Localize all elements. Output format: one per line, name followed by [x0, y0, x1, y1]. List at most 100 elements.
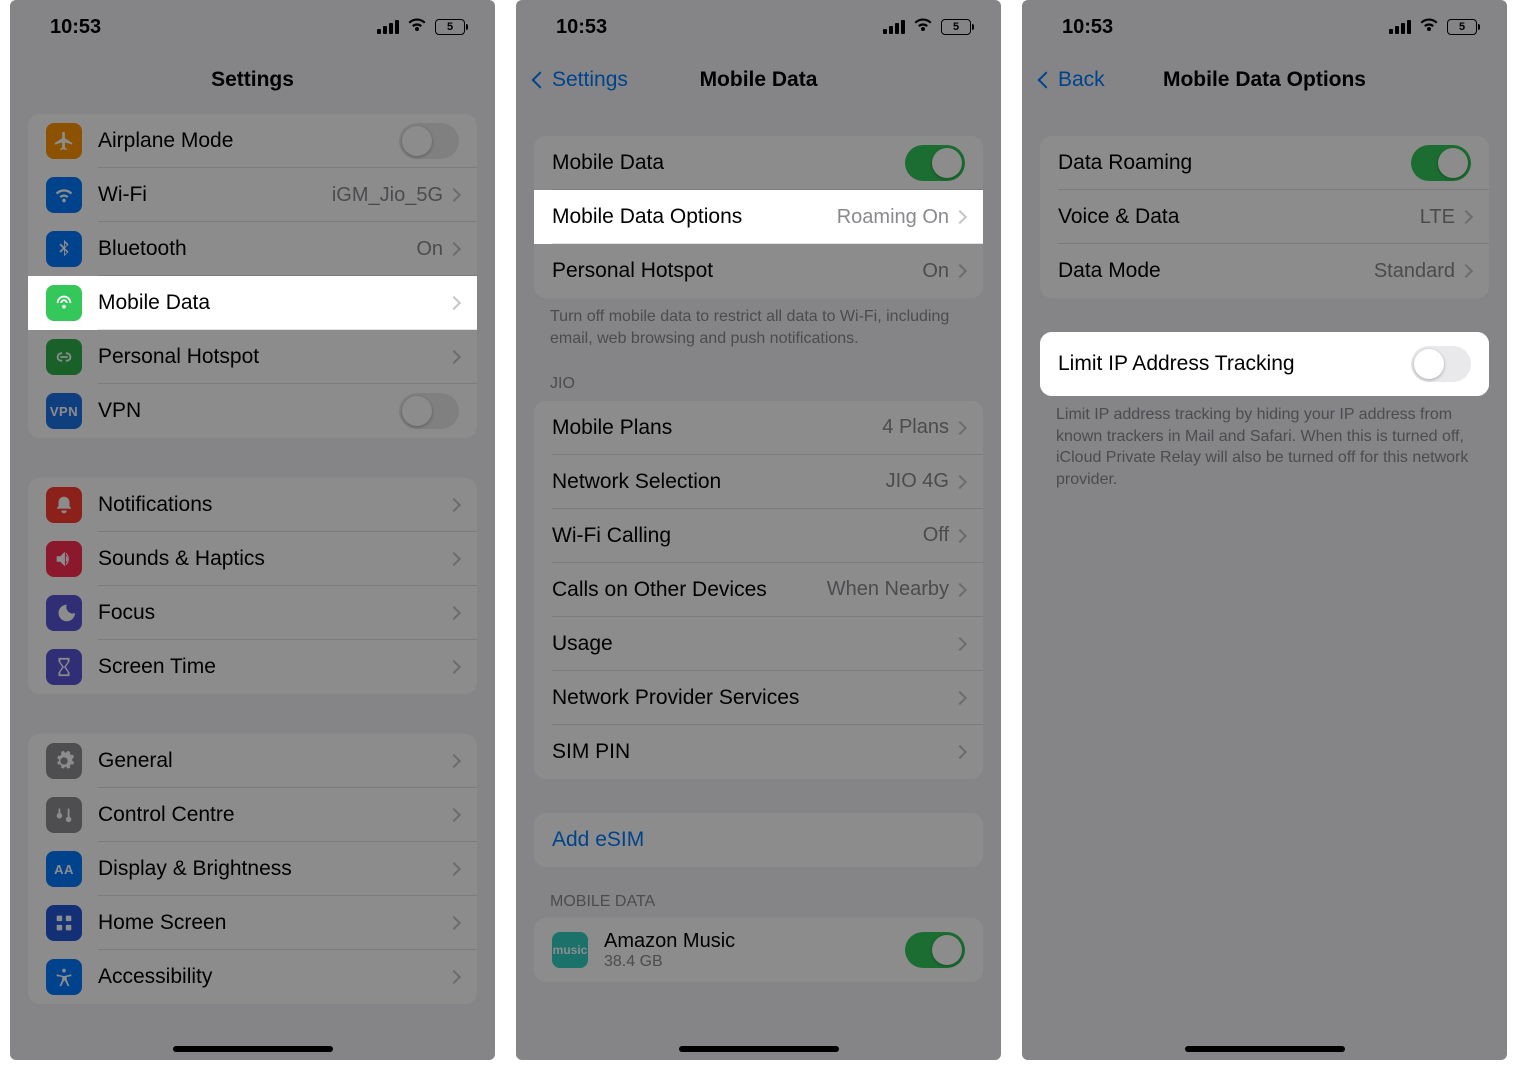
label: Limit IP Address Tracking	[1058, 352, 1411, 376]
usage-row[interactable]: Usage	[534, 617, 983, 671]
jio-section-header: JIO	[516, 349, 1001, 401]
cellular-signal-icon	[377, 20, 399, 34]
limit-ip-footer: Limit IP address tracking by hiding your…	[1022, 396, 1507, 490]
display-row[interactable]: AA Display & Brightness	[28, 842, 477, 896]
vpn-toggle[interactable]	[399, 393, 459, 429]
voice-data-row[interactable]: Voice & Data LTE	[1040, 190, 1489, 244]
back-button[interactable]: Back	[1040, 68, 1105, 92]
personal-hotspot-row[interactable]: Personal Hotspot On	[534, 244, 983, 298]
back-label: Back	[1058, 68, 1105, 92]
mobile-data-section-header: MOBILE DATA	[516, 867, 1001, 919]
chevron-right-icon	[447, 498, 461, 512]
network-selection-row[interactable]: Network Selection JIO 4G	[534, 455, 983, 509]
data-roaming-toggle[interactable]	[1411, 145, 1471, 181]
screen-time-icon	[46, 649, 82, 685]
label: Personal Hotspot	[98, 345, 449, 369]
home-indicator[interactable]	[679, 1046, 839, 1052]
navbar: Settings	[10, 54, 495, 106]
wifi-icon	[1419, 16, 1439, 39]
mobile-data-options-screen: 10:53 5 Back Mobile Data Options Data Ro…	[1022, 0, 1507, 1060]
detail: 4 Plans	[882, 416, 949, 439]
label: Data Mode	[1058, 259, 1374, 283]
data-mode-row[interactable]: Data Mode Standard	[1040, 244, 1489, 298]
label: VPN	[98, 399, 399, 423]
amazon-music-toggle[interactable]	[905, 932, 965, 968]
detail: When Nearby	[827, 578, 949, 601]
data-roaming-row[interactable]: Data Roaming	[1040, 136, 1489, 190]
limit-ip-group: Limit IP Address Tracking	[1040, 332, 1489, 396]
chevron-right-icon	[447, 862, 461, 876]
wifi-settings-icon	[46, 177, 82, 213]
add-esim-group: Add eSIM	[534, 813, 983, 867]
chevron-right-icon	[953, 264, 967, 278]
chevron-left-icon	[1038, 72, 1055, 89]
notifications-row[interactable]: Notifications	[28, 478, 477, 532]
personal-hotspot-row[interactable]: Personal Hotspot	[28, 330, 477, 384]
detail: On	[416, 238, 443, 261]
hotspot-icon	[46, 339, 82, 375]
display-icon: AA	[46, 851, 82, 887]
sounds-row[interactable]: Sounds & Haptics	[28, 532, 477, 586]
control-centre-row[interactable]: Control Centre	[28, 788, 477, 842]
home-indicator[interactable]	[173, 1046, 333, 1052]
wifi-calling-row[interactable]: Wi-Fi Calling Off	[534, 509, 983, 563]
bluetooth-row[interactable]: Bluetooth On	[28, 222, 477, 276]
back-label: Settings	[552, 68, 628, 92]
label: Calls on Other Devices	[552, 578, 827, 602]
airplane-toggle[interactable]	[399, 123, 459, 159]
status-time: 10:53	[1062, 16, 1113, 39]
mobile-data-toggle-row[interactable]: Mobile Data	[534, 136, 983, 190]
vpn-row[interactable]: VPN VPN	[28, 384, 477, 438]
chevron-right-icon	[1459, 210, 1473, 224]
general-row[interactable]: General	[28, 734, 477, 788]
battery-icon: 5	[435, 19, 465, 35]
settings-screen: 10:53 5 Settings Airplane Mode Wi-Fi iGM…	[10, 0, 495, 1060]
label: Focus	[98, 601, 449, 625]
home-indicator[interactable]	[1185, 1046, 1345, 1052]
mobile-data-toggle[interactable]	[905, 145, 965, 181]
alerts-group: Notifications Sounds & Haptics Focus Scr…	[28, 478, 477, 694]
wifi-row[interactable]: Wi-Fi iGM_Jio_5G	[28, 168, 477, 222]
accessibility-row[interactable]: Accessibility	[28, 950, 477, 1004]
sim-pin-row[interactable]: SIM PIN	[534, 725, 983, 779]
limit-ip-toggle[interactable]	[1411, 346, 1471, 382]
chevron-right-icon	[953, 583, 967, 597]
amazon-music-row[interactable]: music Amazon Music 38.4 GB	[534, 918, 983, 982]
label: Mobile Data	[552, 151, 905, 175]
sounds-icon	[46, 541, 82, 577]
chevron-right-icon	[447, 916, 461, 930]
wifi-icon	[913, 16, 933, 39]
home-screen-row[interactable]: Home Screen	[28, 896, 477, 950]
limit-ip-tracking-row[interactable]: Limit IP Address Tracking	[1040, 332, 1489, 396]
status-time: 10:53	[556, 16, 607, 39]
label: Control Centre	[98, 803, 449, 827]
detail: JIO 4G	[886, 470, 949, 493]
bluetooth-icon	[46, 231, 82, 267]
chevron-right-icon	[953, 475, 967, 489]
focus-icon	[46, 595, 82, 631]
calls-other-devices-row[interactable]: Calls on Other Devices When Nearby	[534, 563, 983, 617]
screen-time-row[interactable]: Screen Time	[28, 640, 477, 694]
label: Wi-Fi Calling	[552, 524, 923, 548]
mobile-data-row[interactable]: Mobile Data	[28, 276, 477, 330]
cellular-signal-icon	[1389, 20, 1411, 34]
mobile-data-group: Mobile Data Mobile Data Options Roaming …	[534, 136, 983, 298]
chevron-right-icon	[953, 421, 967, 435]
label: Wi-Fi	[98, 183, 332, 207]
airplane-icon	[46, 123, 82, 159]
battery-icon: 5	[1447, 19, 1477, 35]
chevron-right-icon	[447, 552, 461, 566]
notifications-icon	[46, 487, 82, 523]
network-provider-services-row[interactable]: Network Provider Services	[534, 671, 983, 725]
back-button[interactable]: Settings	[534, 68, 628, 92]
add-esim-row[interactable]: Add eSIM	[534, 813, 983, 867]
chevron-right-icon	[953, 529, 967, 543]
options-group: Data Roaming Voice & Data LTE Data Mode …	[1040, 136, 1489, 298]
chevron-right-icon	[447, 970, 461, 984]
mobile-plans-row[interactable]: Mobile Plans 4 Plans	[534, 401, 983, 455]
mobile-data-screen: 10:53 5 Settings Mobile Data Mobile Data…	[516, 0, 1001, 1060]
chevron-right-icon	[447, 296, 461, 310]
airplane-mode-row[interactable]: Airplane Mode	[28, 114, 477, 168]
focus-row[interactable]: Focus	[28, 586, 477, 640]
mobile-data-options-row[interactable]: Mobile Data Options Roaming On	[534, 190, 983, 244]
